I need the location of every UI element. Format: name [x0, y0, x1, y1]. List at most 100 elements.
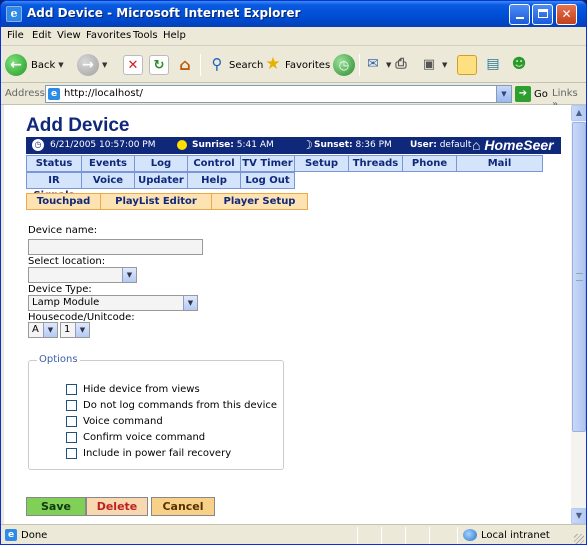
options-legend: Options	[37, 354, 80, 365]
option-label: Hide device from views	[83, 384, 200, 395]
nav-mail[interactable]: Mail	[456, 155, 543, 172]
page-icon: e	[5, 529, 17, 541]
option-hide-device[interactable]: Hide device from views	[66, 384, 200, 395]
chevron-down-icon: ▼	[75, 323, 89, 337]
home-icon: ⌂	[179, 55, 191, 74]
back-label: Back	[31, 59, 56, 71]
discuss-button[interactable]	[457, 53, 477, 77]
nav-player-setup[interactable]: Player Setup	[211, 193, 308, 210]
nav-voice[interactable]: Voice	[81, 172, 135, 189]
device-name-input[interactable]	[28, 239, 203, 255]
unitcode-select[interactable]: 1 ▼	[60, 322, 90, 338]
chevron-down-icon: ▼	[122, 268, 136, 282]
links-label: Links	[552, 88, 578, 99]
stop-icon: ✕	[123, 55, 143, 75]
checkbox[interactable]	[66, 416, 77, 427]
close-button[interactable]: ✕	[556, 4, 577, 25]
datetime: 6/21/2005 10:57:00 PM	[50, 140, 156, 150]
scroll-thumb[interactable]	[572, 122, 586, 432]
option-label: Do not log commands from this device	[83, 400, 277, 411]
chevron-down-icon: ▼	[442, 61, 448, 69]
mail-button[interactable]: ✉ ▼	[363, 53, 391, 77]
toolbar: ← Back ▼ → ▼ ✕ ↻ ⌂ ⚲ Search ★ Favorites …	[1, 46, 586, 83]
chevron-down-icon[interactable]: ▼	[496, 86, 511, 102]
nav-events[interactable]: Events	[81, 155, 135, 172]
menu-view[interactable]: View	[57, 30, 81, 41]
option-voice-command[interactable]: Voice command	[66, 416, 163, 427]
checkbox[interactable]	[66, 384, 77, 395]
menu-bar: File Edit View Favorites Tools Help	[1, 27, 586, 68]
nav-updater[interactable]: Updater	[134, 172, 188, 189]
status-bar: e Done Local intranet	[1, 524, 586, 544]
checkbox[interactable]	[66, 400, 77, 411]
favorites-button[interactable]: ★ Favorites	[263, 53, 330, 77]
user: User: default	[410, 140, 471, 150]
housecode-select[interactable]: A ▼	[28, 322, 58, 338]
address-bar: Address e http://localhost/ ▼ ➔ Go Links…	[1, 83, 586, 110]
messenger-button[interactable]: ☻	[509, 53, 529, 77]
research-button[interactable]: ▤	[483, 53, 503, 77]
nav-phone[interactable]: Phone	[402, 155, 457, 172]
title-bar[interactable]: e Add Device - Microsoft Internet Explor…	[1, 1, 586, 27]
refresh-button[interactable]: ↻	[149, 53, 169, 77]
browser-window: e Add Device - Microsoft Internet Explor…	[0, 0, 587, 545]
location-select[interactable]: ▼	[28, 267, 137, 283]
chevron-down-icon: ▼	[102, 61, 108, 69]
checkbox[interactable]	[66, 432, 77, 443]
delete-button[interactable]: Delete	[86, 497, 148, 516]
nav-playlist-editor[interactable]: PlayList Editor	[100, 193, 212, 210]
scroll-down-icon[interactable]: ▼	[571, 508, 586, 524]
user-label: User:	[410, 140, 437, 150]
maximize-button[interactable]	[532, 4, 553, 25]
history-button[interactable]: ◷	[333, 53, 355, 77]
go-button[interactable]: ➔ Go	[515, 86, 548, 102]
vertical-scrollbar[interactable]: ▲ ▼	[571, 105, 586, 524]
home-button[interactable]: ⌂	[175, 53, 195, 77]
nav-log[interactable]: Log	[134, 155, 188, 172]
edit-button[interactable]: ▣ ▼	[419, 53, 448, 77]
sunset: Sunset: 8:36 PM	[314, 140, 392, 150]
scroll-up-icon[interactable]: ▲	[571, 105, 586, 121]
minimize-button[interactable]	[509, 4, 530, 25]
device-type-select[interactable]: Lamp Module ▼	[28, 295, 198, 311]
option-confirm-voice[interactable]: Confirm voice command	[66, 432, 205, 443]
stop-button[interactable]: ✕	[123, 53, 143, 77]
nav-row-2: IR Signals Voice Updater Help Log Out	[26, 172, 295, 201]
menu-help[interactable]: Help	[163, 30, 186, 41]
nav-control[interactable]: Control	[187, 155, 241, 172]
resize-grip-icon[interactable]	[574, 534, 584, 544]
print-button[interactable]: ⎙	[391, 53, 411, 77]
checkbox[interactable]	[66, 448, 77, 459]
option-do-not-log[interactable]: Do not log commands from this device	[66, 400, 277, 411]
save-button[interactable]: Save	[26, 497, 86, 516]
menu-edit[interactable]: Edit	[32, 30, 51, 41]
zone-text: Local intranet	[481, 530, 550, 541]
page-icon: e	[48, 88, 60, 100]
location-label: Select location:	[28, 256, 106, 267]
search-label: Search	[229, 59, 264, 71]
option-power-fail[interactable]: Include in power fail recovery	[66, 448, 231, 459]
menu-tools[interactable]: Tools	[133, 30, 158, 41]
edit-page-icon: ▣	[422, 57, 436, 72]
address-input[interactable]: e http://localhost/ ▼	[45, 85, 512, 103]
menu-favorites[interactable]: Favorites	[86, 30, 131, 41]
star-icon: ★	[265, 54, 281, 74]
nav-log-out[interactable]: Log Out	[240, 172, 295, 189]
back-button[interactable]: ← Back ▼	[5, 53, 64, 77]
forward-button[interactable]: → ▼	[77, 53, 107, 77]
research-icon: ▤	[486, 56, 500, 72]
nav-touchpad[interactable]: Touchpad	[26, 193, 101, 210]
search-button[interactable]: ⚲ Search	[207, 53, 264, 77]
nav-tv-timer[interactable]: TV Timer	[240, 155, 295, 172]
nav-setup[interactable]: Setup	[294, 155, 349, 172]
cancel-button[interactable]: Cancel	[151, 497, 215, 516]
nav-ir-signals[interactable]: IR Signals	[26, 172, 82, 201]
menu-file[interactable]: File	[7, 30, 24, 41]
device-type-label: Device Type:	[28, 284, 92, 295]
sunrise-value: 5:41 AM	[236, 140, 274, 150]
nav-status[interactable]: Status	[26, 155, 82, 172]
nav-threads[interactable]: Threads	[348, 155, 403, 172]
nav-help[interactable]: Help	[187, 172, 241, 189]
nav-row-3: Touchpad PlayList Editor Player Setup	[26, 193, 308, 210]
sunset-value: 8:36 PM	[355, 140, 392, 150]
